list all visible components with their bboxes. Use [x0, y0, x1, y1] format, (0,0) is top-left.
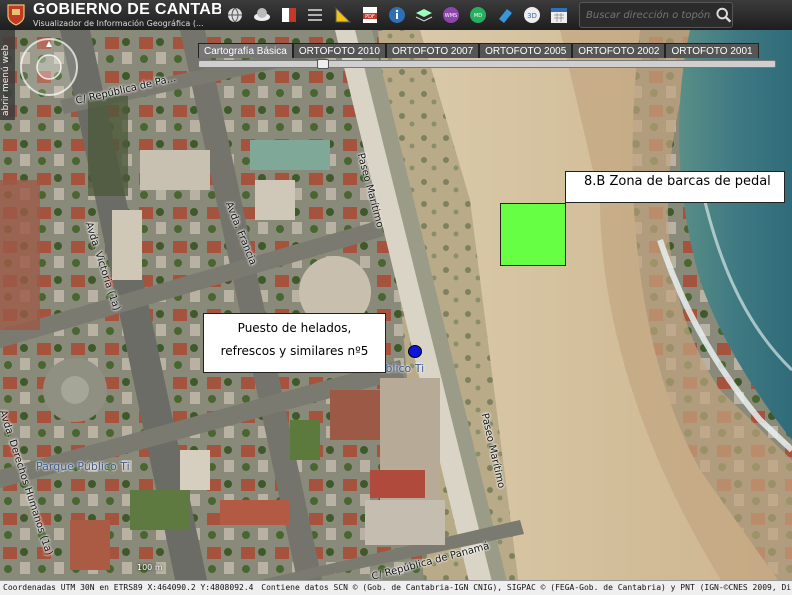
side-menu-label: abrir menú web	[1, 44, 11, 116]
coordinates-readout: Coordenadas UTM 30N en ETRS89 X:464090.2…	[3, 583, 254, 592]
app-subtitle: Visualizador de Información Geográfica (…	[33, 19, 204, 28]
tab-cartografia-basica[interactable]: Cartografía Básica	[198, 43, 293, 58]
attribution-text: Contiene datos SCN © (Gob. de Cantabria-…	[261, 583, 792, 592]
measure-ruler-icon[interactable]	[331, 3, 355, 27]
callout-line: Puesto de helados,	[237, 321, 352, 335]
tab-ortofoto-2002[interactable]: ORTOFOTO 2002	[572, 43, 666, 58]
3d-icon[interactable]: 3D	[520, 3, 544, 27]
search-icon[interactable]	[715, 6, 732, 24]
ice-cream-stand-callout: Puesto de helados, refrescos y similares…	[203, 313, 386, 373]
pedal-boat-zone-callout: 8.B Zona de barcas de pedal	[565, 171, 785, 203]
info-icon[interactable]	[385, 3, 409, 27]
3d-label: 3D	[527, 12, 537, 20]
search-box	[579, 2, 733, 28]
tab-ortofoto-2005[interactable]: ORTOFOTO 2005	[479, 43, 573, 58]
pdf-label: PDF	[365, 14, 375, 20]
ice-cream-stand-marker[interactable]	[408, 345, 422, 358]
app-title: GOBIERNO DE CANTAB...	[33, 2, 221, 18]
wms-icon[interactable]: WMS	[439, 3, 463, 27]
layer-opacity-slider[interactable]	[198, 59, 776, 69]
cantabria-shield-icon	[7, 4, 25, 26]
side-menu-toggle[interactable]: abrir menú web	[0, 30, 15, 120]
layer-tabs: Cartografía Básica ORTOFOTO 2010 ORTOFOT…	[198, 43, 776, 58]
navigation-compass-icon[interactable]	[18, 36, 80, 98]
eraser-icon[interactable]	[493, 3, 517, 27]
world-layers-icon[interactable]	[250, 3, 274, 27]
md-label: MD	[474, 13, 482, 19]
app-header: GOBIERNO DE CANTAB... Visualizador de In…	[0, 0, 792, 30]
calendar-icon[interactable]	[547, 3, 571, 27]
tab-ortofoto-2007[interactable]: ORTOFOTO 2007	[385, 43, 480, 58]
stack-layers-icon[interactable]	[412, 3, 436, 27]
book-icon[interactable]	[277, 3, 301, 27]
base-layer-selector: Cartografía Básica ORTOFOTO 2010 ORTOFOT…	[198, 43, 776, 69]
pedal-boat-zone-marker[interactable]	[500, 203, 566, 266]
callout-line: refrescos y similares nº5	[220, 344, 369, 358]
tab-ortofoto-2001[interactable]: ORTOFOTO 2001	[665, 43, 759, 58]
tab-ortofoto-2010[interactable]: ORTOFOTO 2010	[292, 43, 386, 58]
wms-label: WMS	[445, 13, 457, 19]
scale-label: 100 m	[137, 563, 163, 572]
pdf-icon[interactable]: PDF	[358, 3, 382, 27]
status-bar: Coordenadas UTM 30N en ETRS89 X:464090.2…	[0, 580, 792, 595]
toolbar: PDF WMS MD 3D	[223, 3, 571, 27]
globe-icon[interactable]	[223, 3, 247, 27]
place-label: Parque Público Ti	[36, 460, 130, 473]
md-icon[interactable]: MD	[466, 3, 490, 27]
list-icon[interactable]	[304, 3, 328, 27]
slider-thumb[interactable]	[317, 59, 329, 69]
search-input[interactable]	[580, 8, 713, 22]
map-view[interactable]: C/ República de Pa... Paseo Marítimo Avd…	[0, 0, 792, 594]
